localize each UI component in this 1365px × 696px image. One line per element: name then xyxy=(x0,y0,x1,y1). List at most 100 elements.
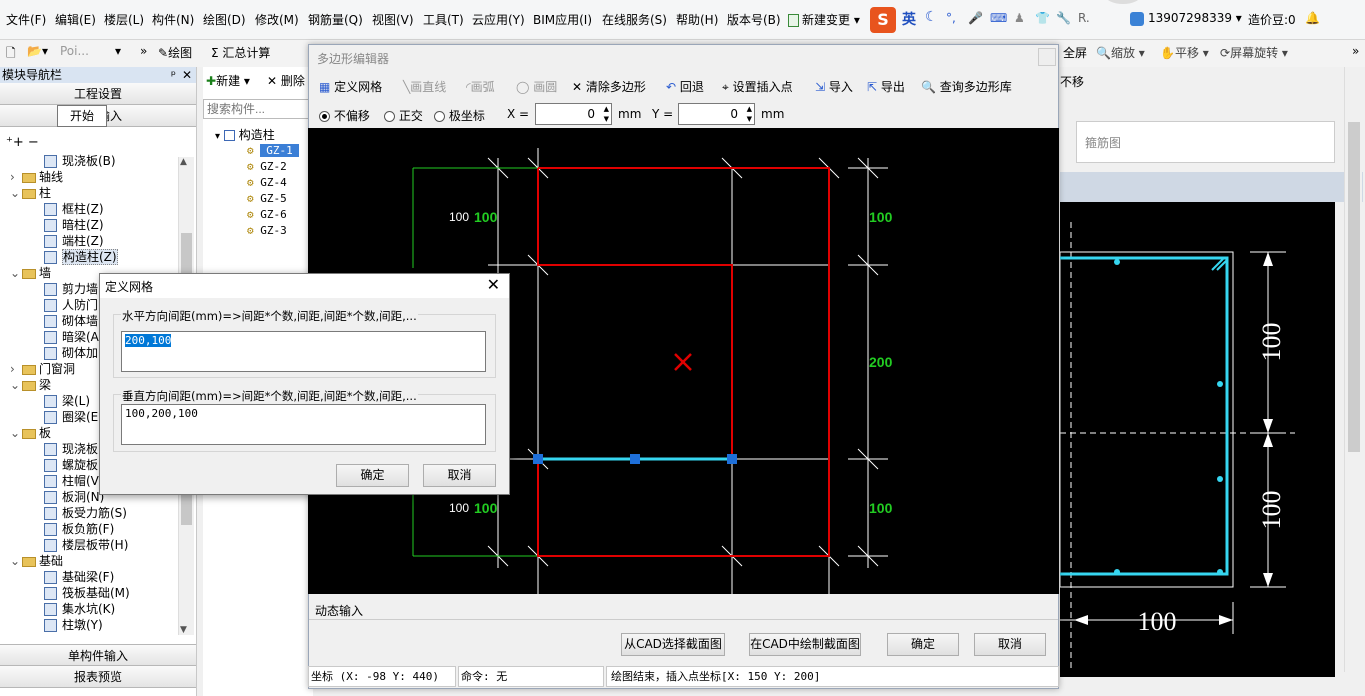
mode-no-offset[interactable]: 不偏移 xyxy=(319,107,370,124)
tree-item[interactable]: 梁(L) xyxy=(44,393,90,409)
tree-item[interactable]: 暗柱(Z) xyxy=(44,217,104,233)
tree-item[interactable]: 板受力筋(S) xyxy=(44,505,127,521)
vertex-handle[interactable] xyxy=(727,454,737,464)
draw-circle-button[interactable]: ◯ 画圆 xyxy=(516,78,557,95)
menu-bim[interactable]: BIM应用(I) xyxy=(533,11,592,28)
zoom-button[interactable]: 🔍缩放 ▾ xyxy=(1096,44,1145,61)
tree-item[interactable]: 框柱(Z) xyxy=(44,201,104,217)
tree-folder[interactable]: ⌄ 柱 xyxy=(10,185,51,201)
tree-folder[interactable]: › 轴线 xyxy=(10,169,63,185)
cad-draw-section-button[interactable]: 在CAD中绘制截面图 xyxy=(749,633,861,656)
menu-component[interactable]: 构件(N) xyxy=(152,11,194,28)
menu-help[interactable]: 帮助(H) xyxy=(676,11,718,28)
mode-orthogonal[interactable]: 正交 xyxy=(384,107,423,124)
expand-toggle-icon[interactable]: › xyxy=(10,169,22,185)
component-item[interactable]: ⚙ GZ-3 xyxy=(247,223,287,239)
tree-item[interactable]: 基础梁(F) xyxy=(44,569,114,585)
mode-polar[interactable]: 极坐标 xyxy=(434,107,485,124)
menu-online[interactable]: 在线服务(S) xyxy=(602,11,667,28)
tree-folder[interactable]: ⌄ 板 xyxy=(10,425,51,441)
collapse-icon[interactable]: ▾ xyxy=(215,131,220,142)
expand-toggle-icon[interactable]: ⌄ xyxy=(10,553,22,569)
fullscreen-button[interactable]: 全屏 xyxy=(1063,44,1087,61)
menu-tools[interactable]: 工具(T) xyxy=(423,11,464,28)
rotate-button[interactable]: ⟳屏幕旋转 ▾ xyxy=(1220,44,1288,61)
tree-item[interactable]: 楼层板带(H) xyxy=(44,537,128,553)
new-component-button[interactable]: ✚新建 ▾ xyxy=(206,72,250,89)
menu-file[interactable]: 文件(F) xyxy=(6,11,46,28)
dropdown-arrow-icon[interactable]: ▾ xyxy=(115,44,121,58)
pan-button[interactable]: ✋平移 ▾ xyxy=(1160,44,1209,61)
expand-toggle-icon[interactable]: ⌄ xyxy=(10,185,22,201)
poi-dropdown[interactable]: Poi... xyxy=(60,44,89,58)
close-icon[interactable]: ✕ xyxy=(182,67,192,83)
set-insert-point-button[interactable]: ⌖ 设置插入点 xyxy=(722,78,793,95)
dialog-cancel-button[interactable]: 取消 xyxy=(423,464,496,487)
tree-item[interactable]: 人防门 xyxy=(44,297,98,313)
radio-polar[interactable] xyxy=(434,111,445,122)
right-scrollbar[interactable] xyxy=(1344,67,1362,672)
tree-item[interactable]: 构造柱(Z) xyxy=(44,249,118,265)
tree-item[interactable]: 螺旋板 xyxy=(44,457,98,473)
component-item[interactable]: ⚙ GZ-6 xyxy=(247,207,287,223)
expand-toggle-icon[interactable]: ⌄ xyxy=(10,377,22,393)
vertical-spacing-input[interactable]: 100,200,100 xyxy=(121,404,486,445)
search-component-input[interactable] xyxy=(203,99,311,119)
bell-icon[interactable]: 🔔 xyxy=(1305,11,1320,25)
radio-orthogonal[interactable] xyxy=(384,111,395,122)
query-polygon-library-button[interactable]: 🔍 查询多边形库 xyxy=(921,78,1012,95)
menu-modify[interactable]: 修改(M) xyxy=(255,11,299,28)
microphone-icon[interactable]: 🎤 xyxy=(968,11,983,25)
component-item[interactable]: ⚙ GZ-2 xyxy=(247,159,287,175)
tree-root-construction-column[interactable]: ▾ 构造柱 xyxy=(215,126,275,143)
vertex-handle[interactable] xyxy=(533,454,543,464)
sum-calc-button[interactable]: Σ 汇总计算 xyxy=(211,44,270,61)
expand-toggle-icon[interactable]: ⌄ xyxy=(10,265,22,281)
pin-icon[interactable]: ᵖ xyxy=(171,67,176,83)
delete-component-button[interactable]: ✕ 删除 xyxy=(267,72,305,89)
avatar[interactable] xyxy=(1105,0,1141,4)
dialog-close-icon[interactable]: ✕ xyxy=(487,275,500,294)
menu-cloud[interactable]: 云应用(Y) xyxy=(472,11,525,28)
expand-toggle-icon[interactable]: › xyxy=(10,361,22,377)
menu-view[interactable]: 视图(V) xyxy=(372,11,414,28)
y-spinner-icon[interactable]: ▲ ▼ xyxy=(747,104,752,124)
vertex-handle[interactable] xyxy=(630,454,640,464)
tree-folder[interactable]: ⌄ 基础 xyxy=(10,553,63,569)
define-grid-button[interactable]: ▦ 定义网格 xyxy=(319,78,382,95)
undo-button[interactable]: ↶ 回退 xyxy=(666,78,704,95)
draw-arc-button[interactable]: ◜画弧 xyxy=(466,78,495,95)
ime-mode[interactable]: 英 xyxy=(902,9,916,29)
toolbar-overflow-icon[interactable]: » xyxy=(1352,44,1359,58)
menu-draw[interactable]: 绘图(D) xyxy=(203,11,246,28)
tree-item[interactable]: 端柱(Z) xyxy=(44,233,104,249)
open-folder-icon[interactable]: 📂▾ xyxy=(27,44,48,58)
moon-icon[interactable]: ☾ xyxy=(925,9,938,25)
menu-version[interactable]: 版本号(B) xyxy=(727,11,781,28)
dynamic-input-tab[interactable]: 动态输入 xyxy=(315,602,363,619)
component-item[interactable]: ⚙ GZ-4 xyxy=(247,175,287,191)
punctuation-icon[interactable]: °, xyxy=(946,11,956,25)
editor-ok-button[interactable]: 确定 xyxy=(887,633,959,656)
editor-close-icon[interactable] xyxy=(1038,48,1056,66)
new-change-button[interactable]: 新建变更 ▾ xyxy=(788,11,860,28)
menu-floor[interactable]: 楼层(L) xyxy=(104,11,144,28)
tree-item[interactable]: 现浇板(B) xyxy=(44,153,116,169)
tree-item[interactable]: 暗梁(A xyxy=(44,329,99,345)
tree-folder[interactable]: › 门窗洞 xyxy=(10,361,75,377)
component-item[interactable]: ⚙ GZ-1 xyxy=(247,143,299,159)
draw-button[interactable]: ✎绘图 xyxy=(158,44,192,61)
tree-item[interactable]: 砌体墙 xyxy=(44,313,98,329)
radio-no-offset[interactable] xyxy=(319,111,330,122)
import-button[interactable]: ⇲ 导入 xyxy=(815,78,853,95)
menu-rebar[interactable]: 钢筋量(Q) xyxy=(308,11,363,28)
x-input[interactable]: 0 ▲ ▼ xyxy=(535,103,612,125)
export-button[interactable]: ⇱ 导出 xyxy=(867,78,905,95)
dialog-ok-button[interactable]: 确定 xyxy=(336,464,409,487)
tree-item[interactable]: 现浇板 xyxy=(44,441,98,457)
tree-item[interactable]: 圈梁(E xyxy=(44,409,98,425)
right-scroll-thumb[interactable] xyxy=(1348,122,1360,452)
tree-folder[interactable]: ⌄ 墙 xyxy=(10,265,51,281)
x-spinner-icon[interactable]: ▲ ▼ xyxy=(604,104,609,124)
wrench-icon[interactable]: 🔧 xyxy=(1056,11,1071,25)
